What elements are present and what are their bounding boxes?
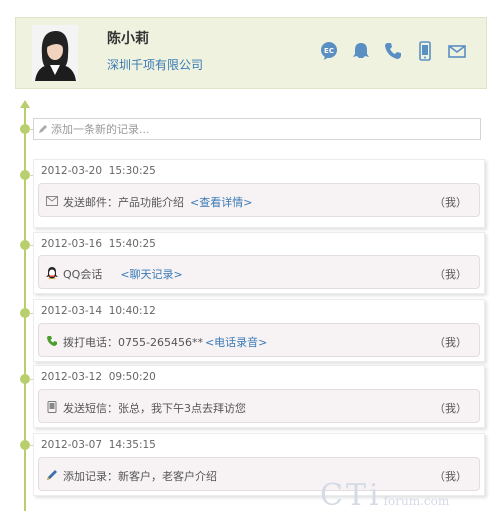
phone-icon	[45, 334, 59, 348]
timeline-entry: 2012-03-14 10:40:12 拨打电话：0755-265456** <电…	[33, 299, 485, 362]
timeline-entry: 2012-03-20 15:30:25 发送邮件：产品功能介绍 <查看详情> （我…	[33, 159, 485, 228]
entry-owner: （我）	[434, 196, 467, 209]
sms-icon	[45, 400, 59, 414]
entry-text: 添加记录：新客户，老客户介绍	[63, 470, 217, 483]
svg-text:EC: EC	[324, 47, 334, 55]
entry-content: 发送短信：张总，我下午3点去拜访您 （我）	[38, 389, 480, 423]
entry-content: 拨打电话：0755-265456** <电话录音> （我）	[38, 323, 480, 357]
entry-owner: （我）	[434, 402, 467, 415]
entry-text: 发送邮件：产品功能介绍 <查看详情>	[63, 196, 253, 209]
entry-timestamp: 2012-03-07 14:35:15	[41, 439, 156, 451]
pen-icon	[45, 468, 59, 482]
phone-icon[interactable]	[382, 40, 404, 62]
contact-name: 陈小莉	[107, 31, 149, 47]
mobile-icon[interactable]	[414, 40, 436, 62]
ec-chat-icon[interactable]: EC	[318, 40, 340, 62]
entry-owner: （我）	[434, 268, 467, 281]
chat-history-link[interactable]: <聊天记录>	[120, 268, 182, 281]
new-record-placeholder: 添加一条新的记录...	[51, 123, 150, 136]
pen-icon	[38, 124, 48, 134]
call-recording-link[interactable]: <电话录音>	[205, 336, 267, 349]
entry-content: QQ会话 <聊天记录> （我）	[38, 255, 480, 289]
contact-header: 陈小莉 深圳千项有限公司 EC	[15, 17, 487, 89]
watermark-domain: forum.com	[383, 494, 450, 508]
mail-icon[interactable]	[446, 40, 468, 62]
entry-timestamp: 2012-03-16 15:40:25	[41, 238, 156, 250]
timeline-entry: 2012-03-12 09:50:20 发送短信：张总，我下午3点去拜访您 （我…	[33, 365, 485, 428]
watermark: CTi forum.com	[320, 478, 449, 513]
contact-actions: EC	[318, 40, 468, 62]
avatar[interactable]	[32, 25, 78, 81]
entry-timestamp: 2012-03-20 15:30:25	[41, 165, 156, 177]
entry-text: 发送短信：张总，我下午3点去拜访您	[63, 402, 246, 415]
entry-owner: （我）	[434, 336, 467, 349]
view-details-link[interactable]: <查看详情>	[190, 196, 252, 209]
timeline-entry: 2012-03-16 15:40:25 QQ会话 <聊天记录> （我）	[33, 232, 485, 294]
entry-text: 拨打电话：0755-265456** <电话录音>	[63, 336, 268, 349]
qq-icon	[45, 266, 59, 280]
company-name[interactable]: 深圳千项有限公司	[107, 56, 203, 73]
mail-icon	[45, 194, 59, 208]
entry-text: QQ会话 <聊天记录>	[63, 268, 183, 281]
qq-icon[interactable]	[350, 40, 372, 62]
entry-content: 发送邮件：产品功能介绍 <查看详情> （我）	[38, 183, 480, 217]
entry-timestamp: 2012-03-14 10:40:12	[41, 305, 156, 317]
entry-timestamp: 2012-03-12 09:50:20	[41, 371, 156, 383]
new-record-input[interactable]: 添加一条新的记录...	[33, 118, 481, 140]
watermark-main: CTi	[320, 478, 382, 513]
